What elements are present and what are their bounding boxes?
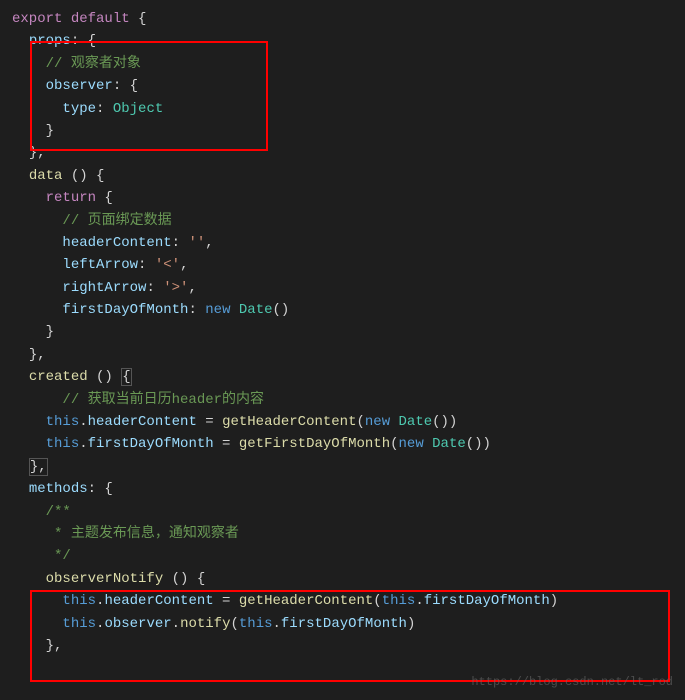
code-line: export default { bbox=[0, 8, 685, 30]
code-line: type: Object bbox=[0, 98, 685, 120]
code-line: firstDayOfMonth: new Date() bbox=[0, 299, 685, 321]
code-line: this.firstDayOfMonth = getFirstDayOfMont… bbox=[0, 433, 685, 455]
code-line: this.headerContent = getHeaderContent(ne… bbox=[0, 411, 685, 433]
code-line: }, bbox=[0, 635, 685, 657]
code-line: observerNotify () { bbox=[0, 568, 685, 590]
code-line: } bbox=[0, 120, 685, 142]
code-line: /** bbox=[0, 501, 685, 523]
code-line: created () { bbox=[0, 366, 685, 388]
code-line: rightArrow: '>', bbox=[0, 277, 685, 299]
code-line: return { bbox=[0, 187, 685, 209]
code-line: // 观察者对象 bbox=[0, 53, 685, 75]
code-line: */ bbox=[0, 545, 685, 567]
code-line: // 页面绑定数据 bbox=[0, 210, 685, 232]
code-line: leftArrow: '<', bbox=[0, 254, 685, 276]
code-line: }, bbox=[0, 456, 685, 478]
code-line: observer: { bbox=[0, 75, 685, 97]
code-line: } bbox=[0, 321, 685, 343]
code-line: props: { bbox=[0, 30, 685, 52]
code-line: }, bbox=[0, 344, 685, 366]
code-line: data () { bbox=[0, 165, 685, 187]
code-editor[interactable]: export default { props: { // 观察者对象 obser… bbox=[0, 0, 685, 665]
code-line: this.headerContent = getHeaderContent(th… bbox=[0, 590, 685, 612]
code-line: }, bbox=[0, 142, 685, 164]
code-line: headerContent: '', bbox=[0, 232, 685, 254]
watermark-text: https://blog.csdn.net/lt_rod bbox=[471, 673, 673, 692]
code-line: * 主题发布信息，通知观察者 bbox=[0, 523, 685, 545]
code-line: // 获取当前日历header的内容 bbox=[0, 389, 685, 411]
code-line: methods: { bbox=[0, 478, 685, 500]
code-line: this.observer.notify(this.firstDayOfMont… bbox=[0, 613, 685, 635]
